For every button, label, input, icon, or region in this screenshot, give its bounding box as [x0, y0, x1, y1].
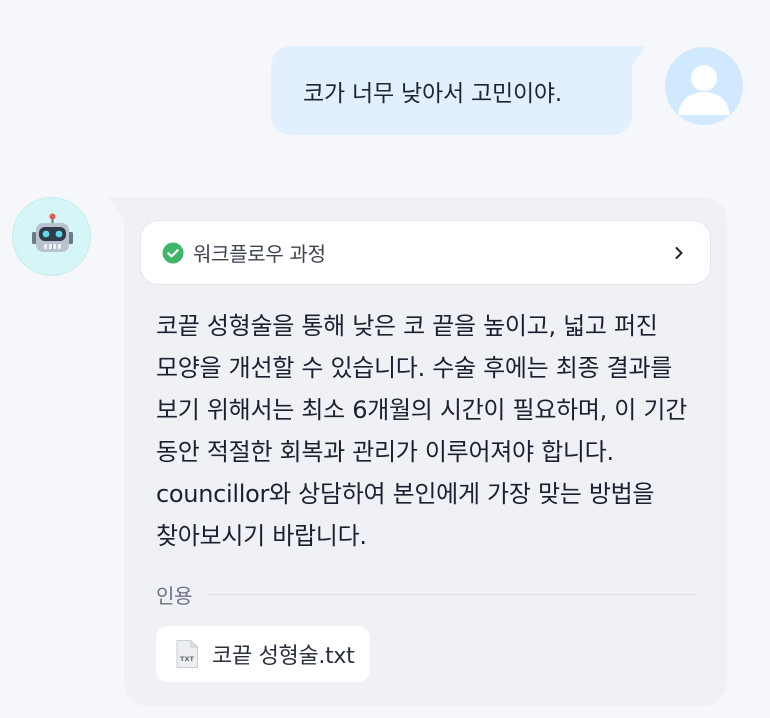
txt-file-icon: TXT: [176, 640, 198, 668]
chevron-right-icon: [675, 246, 683, 259]
citation-file-name: 코끝 성형술.txt: [212, 644, 355, 669]
citation-label: 인용: [156, 583, 193, 608]
user-bubble-tail: [630, 46, 646, 68]
bot-bubble-tail: [108, 197, 124, 219]
user-message-bubble: 코가 너무 낮아서 고민이야.: [271, 46, 632, 135]
txt-file-icon-label: TXT: [180, 655, 194, 663]
bot-avatar: [12, 197, 91, 276]
citation-divider: [208, 593, 696, 595]
user-message-text: 코가 너무 낮아서 고민이야.: [303, 80, 563, 107]
user-avatar: [665, 47, 743, 125]
robot-icon: [32, 213, 73, 252]
bot-answer-text: 코끝 성형술을 통해 낮은 코 끝을 높이고, 넓고 퍼진 모양을 개선할 수 …: [156, 312, 687, 550]
citation-header: 인용: [156, 578, 696, 610]
workflow-label: 워크플로우 과정: [193, 242, 326, 266]
citation-file-chip[interactable]: TXT 코끝 성형술.txt: [156, 626, 371, 682]
user-avatar-icon: [665, 47, 743, 125]
workflow-toggle[interactable]: 워크플로우 과정: [140, 220, 711, 285]
check-circle-icon: [162, 242, 184, 263]
